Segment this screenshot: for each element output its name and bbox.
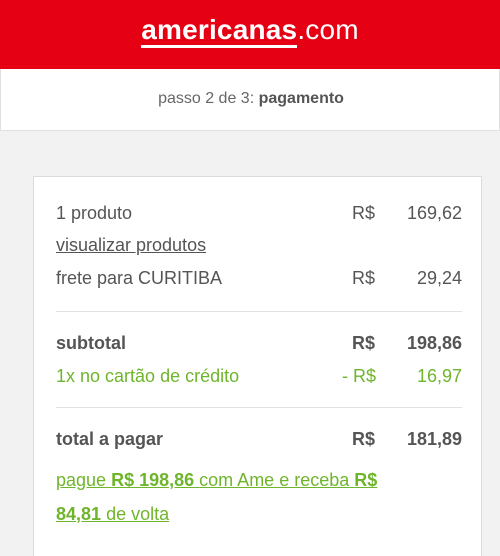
shipping-label: frete para CURITIBA: [56, 268, 223, 288]
divider: [56, 407, 462, 408]
step-name: pagamento: [258, 90, 344, 107]
products-amount: 169,62: [406, 203, 462, 223]
discount-currency: - R$: [342, 366, 377, 386]
discount-amount: 16,97: [416, 366, 462, 386]
total-amount: 181,89: [406, 429, 462, 449]
view-products-link[interactable]: visualizar produtos: [56, 235, 206, 256]
app-header: americanas.com: [0, 0, 500, 69]
subtotal-label: subtotal: [56, 333, 126, 353]
checkout-step-bar: passo 2 de 3: pagamento: [0, 69, 500, 131]
logo-tld: .com: [297, 14, 359, 45]
step-indicator: passo 2 de 3: pagamento: [1, 90, 500, 108]
discount-label: 1x no cartão de crédito: [56, 366, 240, 386]
promo-cashback-currency: R$: [354, 470, 378, 490]
total-currency: R$: [352, 429, 376, 449]
total-label: total a pagar: [56, 429, 164, 449]
promo-text: com Ame e receba: [199, 470, 350, 490]
shipping-amount: 29,24: [416, 268, 462, 288]
step-prefix: passo 2 de 3:: [158, 90, 255, 107]
americanas-logo[interactable]: americanas.com: [0, 14, 500, 48]
promo-text: pague: [56, 470, 107, 490]
order-summary-card: 1 produto R$ 169,62 visualizar produtos …: [33, 176, 482, 556]
promo-amount-pay: R$ 198,86: [111, 470, 195, 490]
promo-cashback-amount: 84,81: [56, 504, 102, 524]
divider: [56, 311, 462, 312]
products-currency: R$: [352, 203, 376, 223]
subtotal-amount: 198,86: [406, 333, 462, 353]
subtotal-currency: R$: [352, 333, 376, 353]
promo-text: de volta: [106, 504, 170, 524]
logo-brand: americanas: [141, 14, 298, 48]
shipping-currency: R$: [352, 268, 376, 288]
products-label: 1 produto: [56, 203, 133, 223]
ame-cashback-promo-link[interactable]: pague R$ 198,86 com Ame e receba R$ 84,8…: [56, 463, 456, 531]
